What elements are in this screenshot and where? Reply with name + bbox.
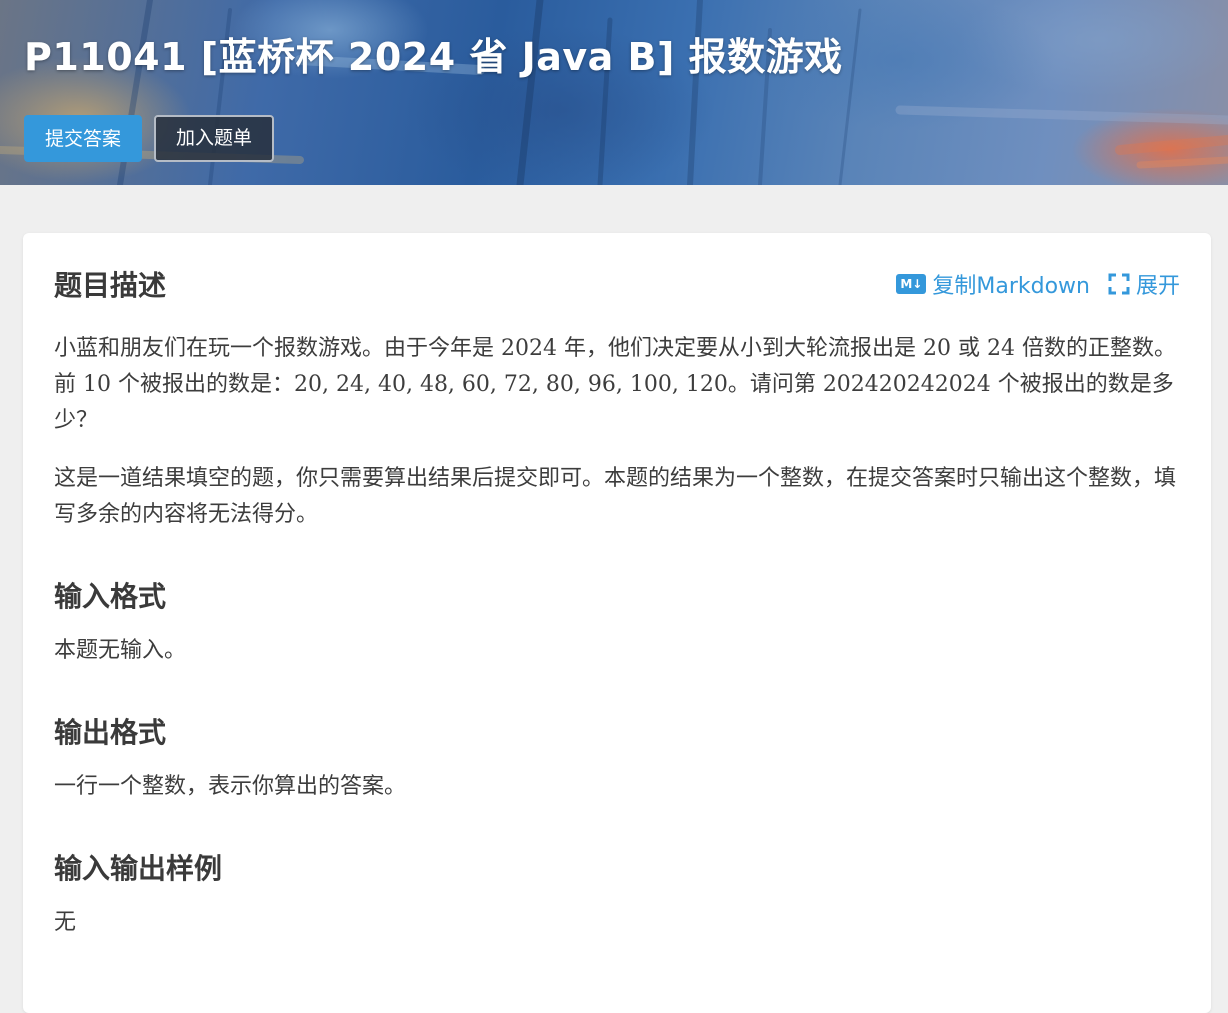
input-format-text: 本题无输入。 — [54, 638, 187, 663]
expand-label: 展开 — [1135, 274, 1180, 299]
math-24: 24 — [987, 336, 1015, 361]
samples-section: 输入输出样例 无 — [54, 847, 1180, 941]
problem-title: P11041 [蓝桥杯 2024 省 Java B] 报数游戏 — [24, 35, 843, 79]
input-format-heading: 输入格式 — [54, 580, 167, 613]
output-format-heading: 输出格式 — [54, 716, 167, 749]
markdown-icon: M↓ — [896, 274, 927, 294]
output-format-text: 一行一个整数，表示你算出的答案。 — [54, 774, 407, 799]
copy-markdown-button[interactable]: M↓ 复制Markdown — [896, 268, 1090, 300]
math-index: 202420242024 — [822, 372, 991, 397]
add-to-list-button[interactable]: 加入题单 — [154, 115, 275, 162]
output-format-section: 输出格式 一行一个整数，表示你算出的答案。 — [54, 711, 1180, 805]
input-format-section: 输入格式 本题无输入。 — [54, 575, 1180, 669]
description-paragraph-1: 小蓝和朋友们在玩一个报数游戏。由于今年是 2024 年，他们决定要从小到大轮流报… — [54, 336, 1176, 433]
math-sequence: 20, 24, 40, 48, 60, 72, 80, 96, 100, 120 — [294, 372, 728, 397]
submit-answer-button[interactable]: 提交答案 — [24, 115, 143, 162]
description-actions: M↓ 复制Markdown 展开 — [896, 268, 1180, 300]
copy-markdown-label: 复制Markdown — [932, 274, 1090, 299]
expand-icon — [1108, 273, 1130, 295]
description-paragraph-2: 这是一道结果填空的题，你只需要算出结果后提交即可。本题的结果为一个整数，在提交答… — [54, 466, 1177, 527]
math-year: 2024 — [501, 336, 557, 361]
description-header: 题目描述 M↓ 复制Markdown 展开 — [54, 261, 1180, 307]
math-10: 10 — [83, 372, 111, 397]
samples-text: 无 — [54, 910, 77, 935]
header-actions: 提交答案 加入题单 — [24, 115, 275, 162]
samples-heading: 输入输出样例 — [54, 852, 223, 885]
math-20: 20 — [923, 336, 951, 361]
problem-header-banner: P11041 [蓝桥杯 2024 省 Java B] 报数游戏 提交答案 加入题… — [0, 0, 1228, 185]
expand-button[interactable]: 展开 — [1108, 268, 1180, 300]
problem-content-card: 题目描述 M↓ 复制Markdown 展开 小蓝和朋友们在玩一个报数游戏。由于今… — [23, 233, 1211, 1013]
description-heading: 题目描述 — [54, 269, 167, 302]
